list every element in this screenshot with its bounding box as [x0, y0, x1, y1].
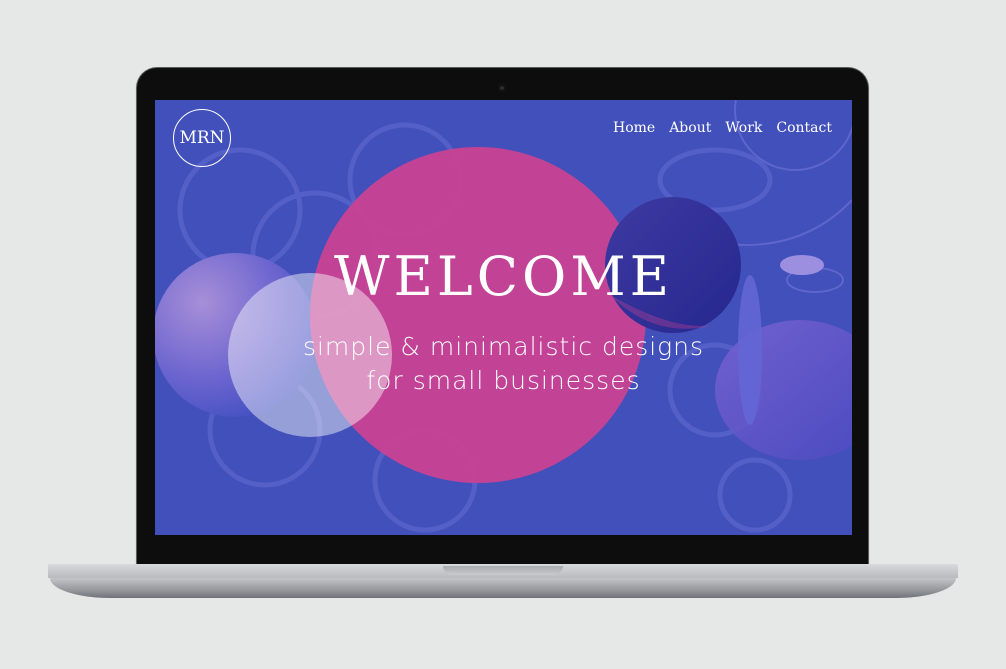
hero-background — [155, 100, 852, 535]
main-nav: Home About Work Contact — [613, 120, 832, 136]
tagline-line-1: simple & minimalistic designs — [302, 332, 705, 361]
hero-headline: WELCOME — [333, 245, 674, 308]
tagline-line-2: for small businesses — [366, 366, 641, 395]
nav-work-link[interactable]: Work — [725, 120, 762, 136]
laptop-mockup: MRN Home About Work Contact WELCOME simp… — [0, 0, 1006, 669]
mrn-logo[interactable]: MRN — [173, 109, 231, 167]
nav-contact-link[interactable]: Contact — [776, 120, 832, 136]
nav-about-link[interactable]: About — [669, 120, 711, 136]
logo-text: MRN — [179, 128, 225, 148]
nav-home-link[interactable]: Home — [613, 120, 655, 136]
hero-tagline: simple & minimalistic designs for small … — [155, 330, 852, 398]
website-screen: MRN Home About Work Contact WELCOME simp… — [155, 100, 852, 535]
camera-icon — [498, 84, 506, 92]
laptop-base-edge — [50, 578, 956, 598]
laptop-notch — [443, 566, 563, 575]
